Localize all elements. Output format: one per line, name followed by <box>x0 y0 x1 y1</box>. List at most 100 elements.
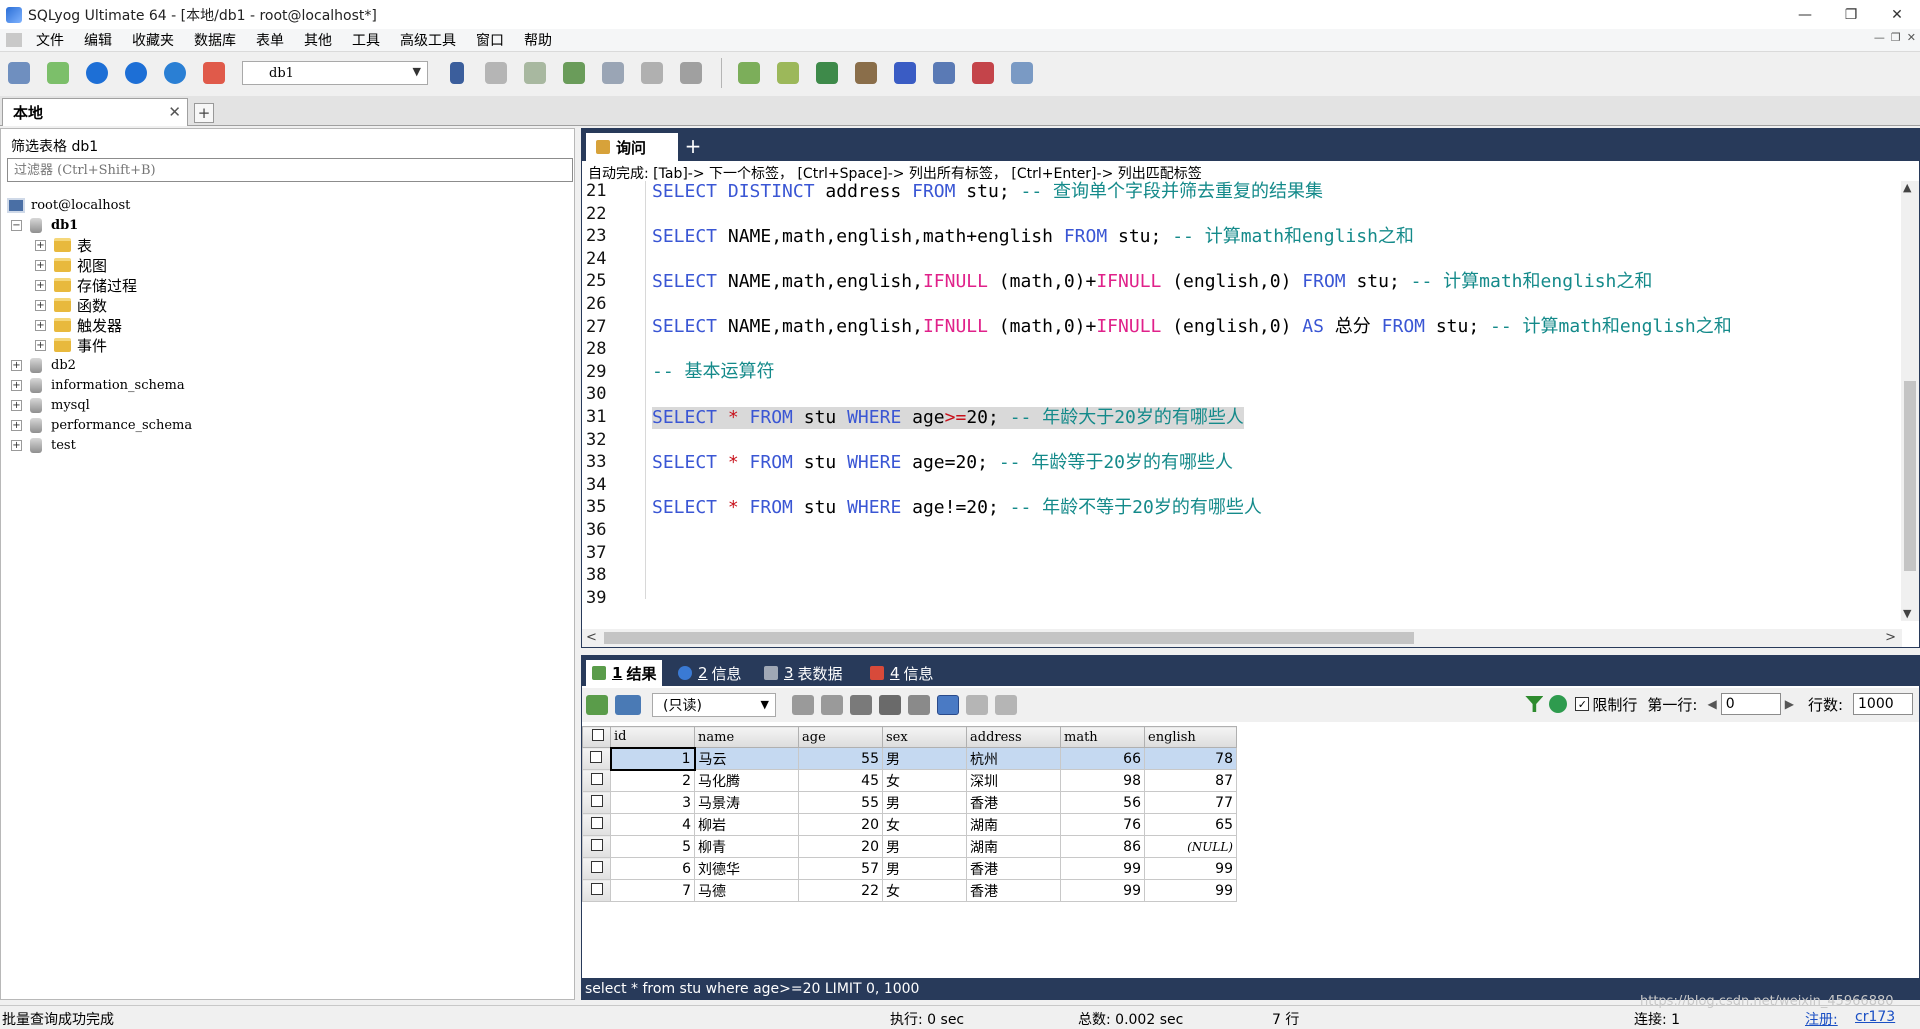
expand-icon[interactable]: + <box>35 279 46 291</box>
database-select[interactable]: db1 ▼ <box>242 61 428 85</box>
first-row-input[interactable]: 0 <box>1720 693 1781 715</box>
menu-window[interactable]: 窗口 <box>466 30 514 50</box>
tree-db2[interactable]: + db2 <box>11 355 76 375</box>
table-row[interactable]: 1 马云 55 男 杭州 66 78 <box>582 746 1237 771</box>
row-checkbox[interactable] <box>590 816 603 829</box>
execute-button[interactable] <box>82 58 112 88</box>
duplicate-row-icon[interactable] <box>821 695 843 715</box>
cell[interactable]: 99 <box>1060 879 1145 902</box>
cell[interactable]: 55 <box>798 747 883 770</box>
table-copy-button[interactable] <box>676 58 706 88</box>
query-builder-button[interactable] <box>851 58 881 88</box>
form-view-icon[interactable] <box>966 695 988 715</box>
new-query-button[interactable] <box>43 58 73 88</box>
column-header[interactable]: name <box>694 726 799 748</box>
menu-table[interactable]: 表单 <box>246 30 294 50</box>
row-checkbox[interactable] <box>590 882 603 895</box>
cell[interactable]: 4 <box>610 813 695 836</box>
cell[interactable]: 86 <box>1060 835 1145 858</box>
cell[interactable]: 99 <box>1060 857 1145 880</box>
cell[interactable]: 马德 <box>694 879 799 902</box>
schema-designer-button[interactable] <box>812 58 842 88</box>
column-header[interactable]: age <box>798 726 883 748</box>
add-row-icon[interactable] <box>792 695 814 715</box>
cell[interactable]: 香港 <box>966 879 1061 902</box>
tree-triggers[interactable]: + 触发器 <box>35 315 122 335</box>
cell[interactable]: 56 <box>1060 791 1145 814</box>
cell[interactable]: 3 <box>610 791 695 814</box>
cell[interactable]: 香港 <box>966 857 1061 880</box>
editor-horizontal-scrollbar[interactable]: < > <box>582 629 1902 647</box>
tab-results[interactable]: 1 结果 <box>586 660 663 686</box>
delete-icon[interactable] <box>879 695 901 715</box>
expand-icon[interactable]: + <box>35 239 46 251</box>
schema-sync-button[interactable] <box>734 58 764 88</box>
close-button[interactable]: ✕ <box>1874 0 1920 29</box>
editor-vertical-scrollbar[interactable]: ▲ ▼ <box>1901 181 1919 621</box>
menu-tools[interactable]: 工具 <box>342 30 390 50</box>
tree-server[interactable]: root@localhost <box>7 195 130 215</box>
grid-view-icon[interactable] <box>937 695 959 715</box>
create-db-button[interactable] <box>481 58 511 88</box>
cell[interactable]: 2 <box>610 769 695 792</box>
table-row[interactable]: 4 柳岩 20 女 湖南 76 65 <box>582 813 1237 836</box>
cell[interactable]: 马化腾 <box>694 769 799 792</box>
cell[interactable]: 刘德华 <box>694 857 799 880</box>
row-checkbox[interactable] <box>590 772 603 785</box>
collapse-icon[interactable]: − <box>11 219 22 231</box>
cell[interactable]: 5 <box>610 835 695 858</box>
tab-messages[interactable]: 2 信息 <box>672 660 748 686</box>
report-button[interactable] <box>968 58 998 88</box>
cell[interactable]: 马云 <box>694 747 799 770</box>
close-tab-icon[interactable]: ✕ <box>168 103 181 121</box>
expand-icon[interactable]: + <box>35 339 46 351</box>
save-icon[interactable] <box>850 695 872 715</box>
tree-events[interactable]: + 事件 <box>35 335 107 355</box>
menu-edit[interactable]: 编辑 <box>74 30 122 50</box>
tab-table-data[interactable]: 3 表数据 <box>758 660 849 686</box>
cell[interactable]: 66 <box>1060 747 1145 770</box>
tree-procedures[interactable]: + 存储过程 <box>35 275 137 295</box>
menu-advanced-tools[interactable]: 高级工具 <box>390 30 466 50</box>
cell[interactable]: 深圳 <box>966 769 1061 792</box>
user-manager-button[interactable] <box>442 58 472 88</box>
cell[interactable]: 湖南 <box>966 835 1061 858</box>
cell[interactable]: 99 <box>1144 857 1237 880</box>
result-grid[interactable]: id name age sex address math english 1 马… <box>582 726 1237 902</box>
table-data-button[interactable] <box>637 58 667 88</box>
cell[interactable]: 男 <box>882 747 967 770</box>
query-tab[interactable]: 询问 <box>586 133 678 161</box>
cell[interactable]: 女 <box>882 813 967 836</box>
scroll-right-icon[interactable]: > <box>1885 630 1896 645</box>
backup-button[interactable] <box>520 58 550 88</box>
new-connection-tab-button[interactable]: + <box>194 103 214 123</box>
connection-tab[interactable]: 本地 ✕ <box>2 98 188 126</box>
tree-performance-schema[interactable]: + performance_schema <box>11 415 192 435</box>
tree-db1[interactable]: − db1 <box>11 215 78 235</box>
code-area[interactable]: SELECT DISTINCT address FROM stu; -- 查询单… <box>652 181 1892 599</box>
tree-mysql[interactable]: + mysql <box>11 395 90 415</box>
new-connection-button[interactable] <box>4 58 34 88</box>
cell[interactable]: 22 <box>798 879 883 902</box>
column-header[interactable]: sex <box>882 726 967 748</box>
cell[interactable]: 杭州 <box>966 747 1061 770</box>
cell[interactable]: 男 <box>882 835 967 858</box>
menu-other[interactable]: 其他 <box>294 30 342 50</box>
tree-views[interactable]: + 视图 <box>35 255 107 275</box>
restore-button[interactable]: ❐ <box>1828 0 1874 29</box>
refresh-button[interactable] <box>160 58 190 88</box>
cell[interactable]: 45 <box>798 769 883 792</box>
table-row[interactable]: 3 马景涛 55 男 香港 56 77 <box>582 791 1237 814</box>
users-button[interactable] <box>199 58 229 88</box>
cell[interactable]: 55 <box>798 791 883 814</box>
cell[interactable]: 香港 <box>966 791 1061 814</box>
tree-tables[interactable]: + 表 <box>35 235 92 255</box>
cell[interactable]: 男 <box>882 791 967 814</box>
cell[interactable]: 1 <box>609 746 696 771</box>
next-page-icon[interactable]: ▶ <box>1785 697 1794 711</box>
data-sync-button[interactable] <box>773 58 803 88</box>
scroll-left-icon[interactable]: < <box>586 630 597 645</box>
scheduler-button[interactable] <box>890 58 920 88</box>
refresh-icon[interactable] <box>1549 695 1568 713</box>
layout-button[interactable] <box>1007 58 1037 88</box>
